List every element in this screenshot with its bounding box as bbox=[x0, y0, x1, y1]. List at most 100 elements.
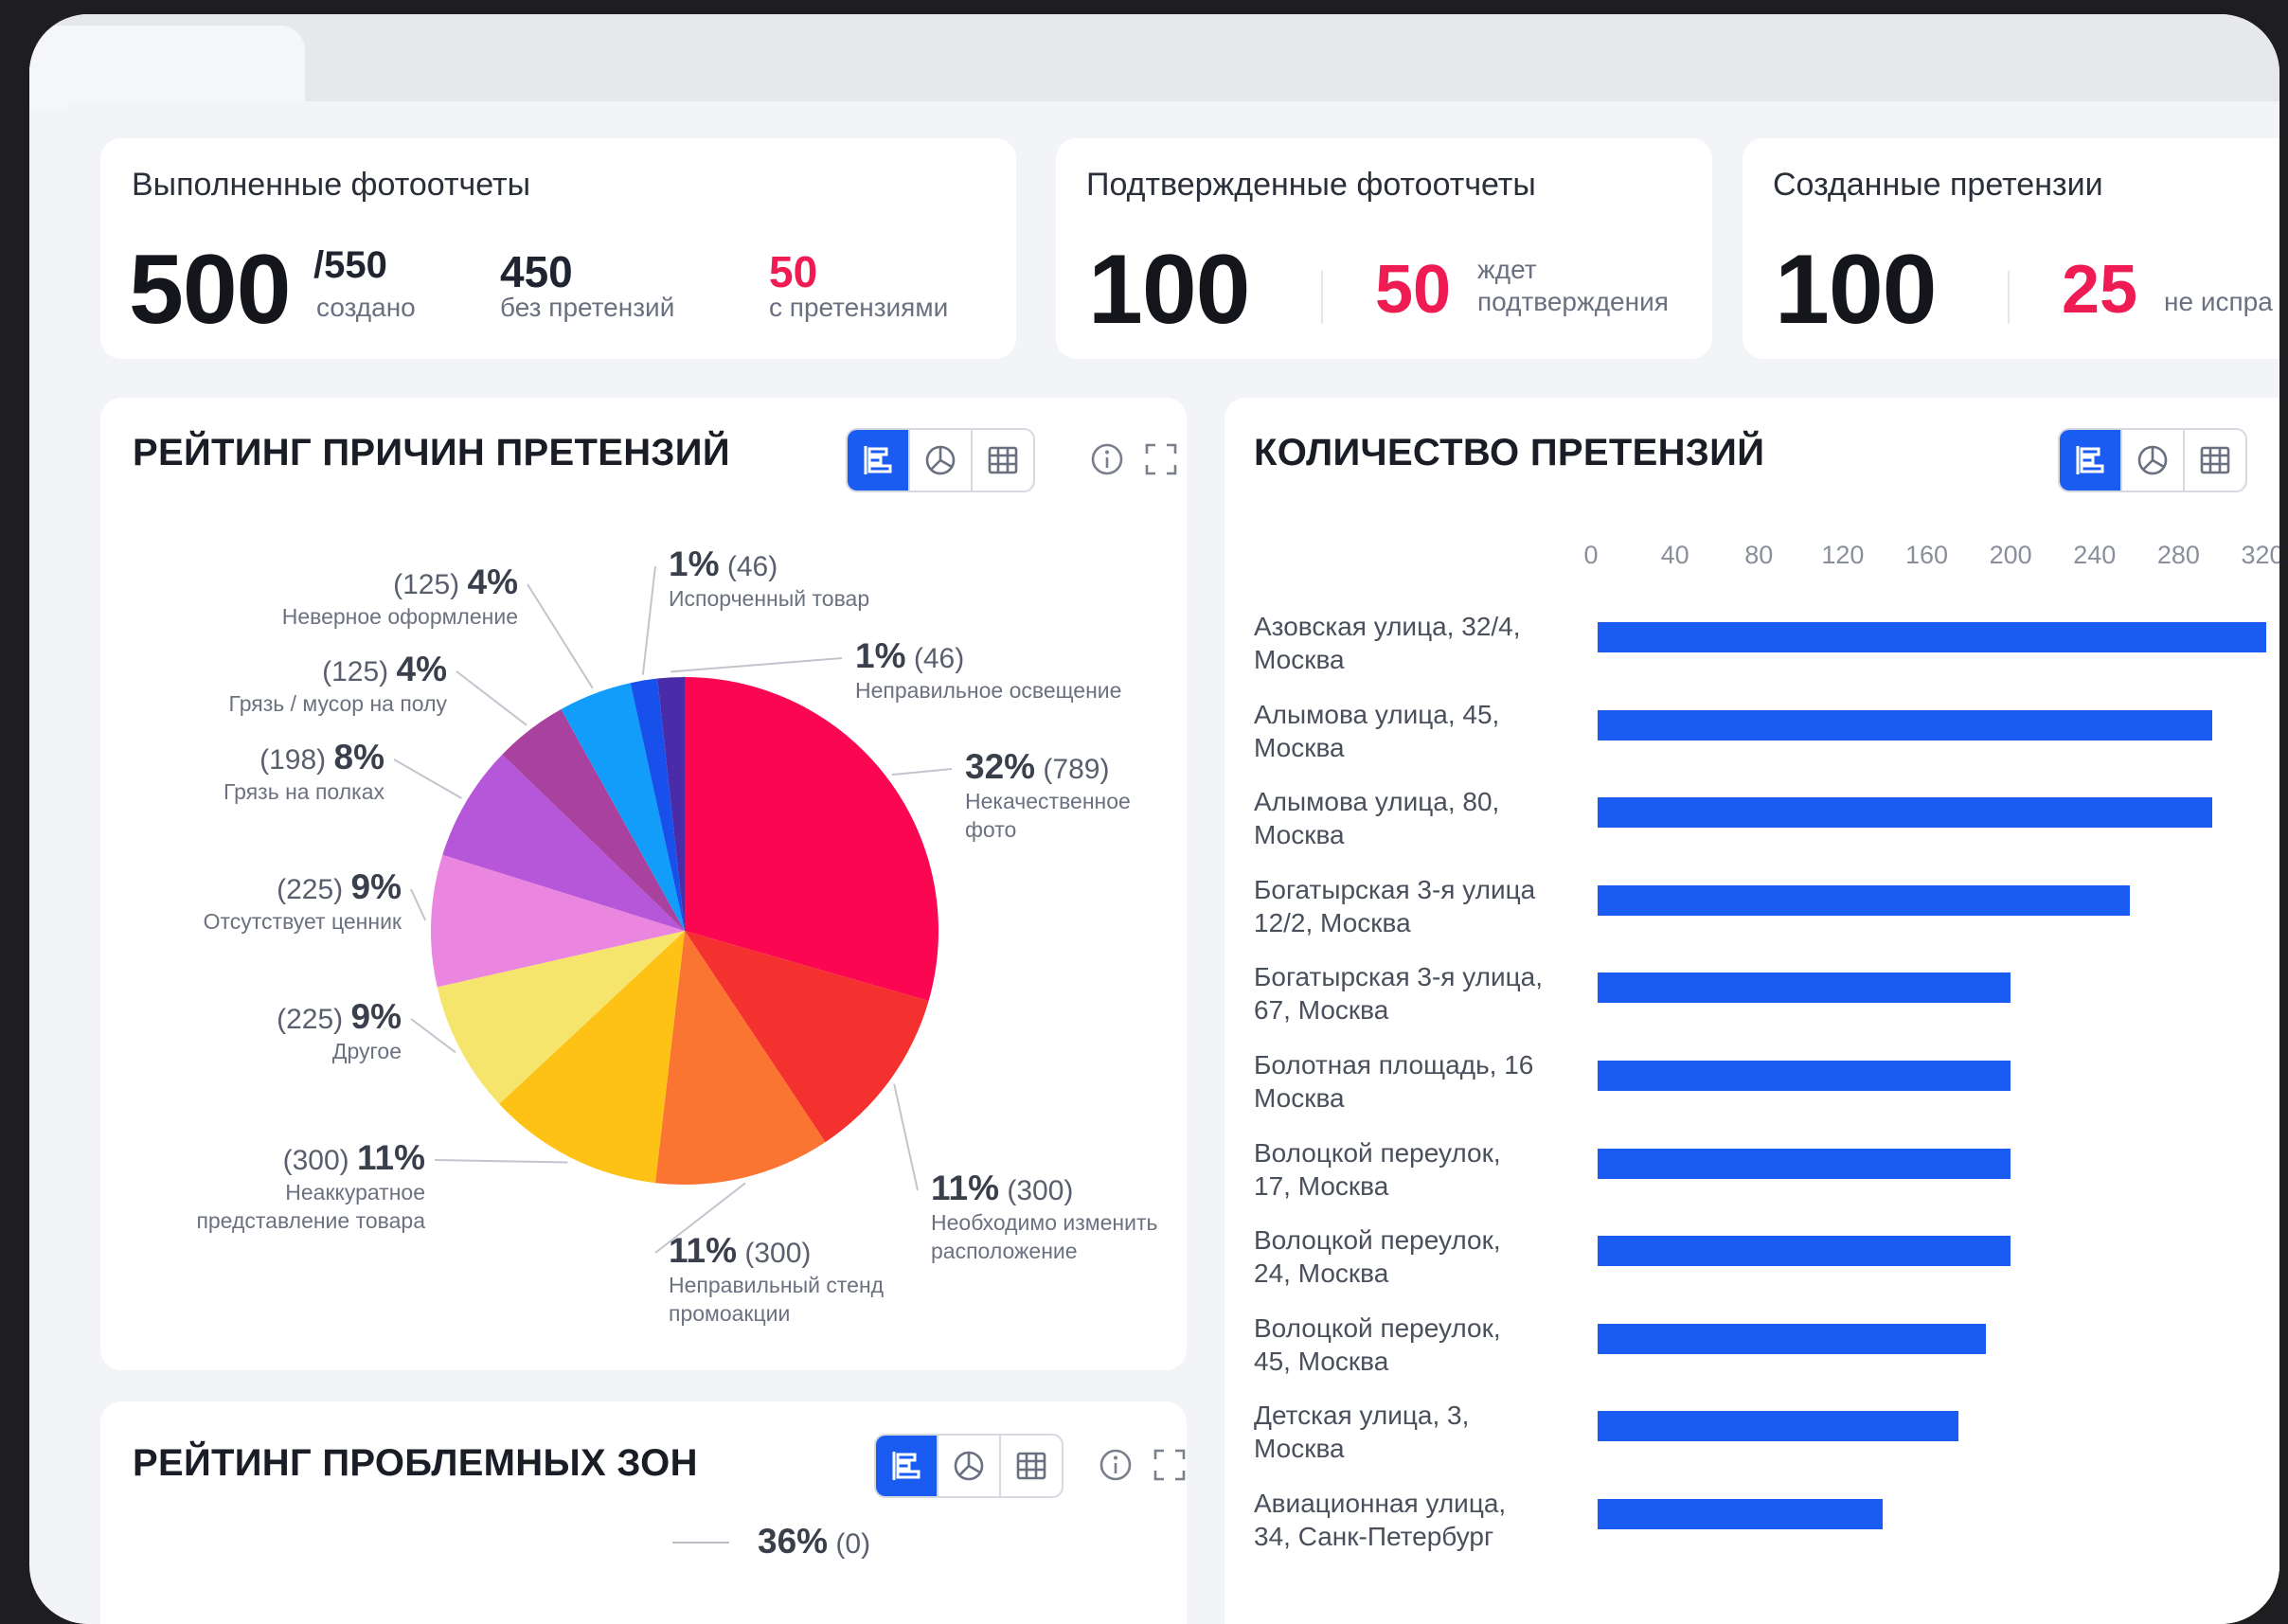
x-tick-label: 120 bbox=[1821, 541, 1865, 569]
active-tab[interactable] bbox=[29, 26, 305, 111]
leader-line bbox=[393, 758, 462, 799]
bar[interactable] bbox=[1598, 1061, 2011, 1091]
pie-label: 1% (46) Испорченный товар bbox=[669, 544, 870, 613]
bar[interactable] bbox=[1598, 1236, 2011, 1267]
kpi-title: Созданные претензии bbox=[1773, 167, 2103, 203]
pie-label-count: (300) bbox=[1007, 1175, 1074, 1206]
pie-label: (125) 4% Грязь / мусор на полу bbox=[229, 650, 447, 718]
x-tick-label: 80 bbox=[1744, 541, 1774, 569]
bar[interactable] bbox=[1598, 1323, 1986, 1354]
pie-chart-icon[interactable] bbox=[938, 1436, 1001, 1496]
pie-label-text: Неправильное освещение bbox=[855, 677, 1122, 703]
x-tick-label: 280 bbox=[2156, 541, 2200, 569]
pie-label-text: Некачественное фото bbox=[965, 788, 1131, 843]
pie-label: 1% (46) Неправильное освещение bbox=[855, 636, 1122, 705]
claims-count-card: КОЛИЧЕСТВО ПРЕТЕНЗИЙ 0 40 80 120 160 200 240 28… bbox=[1224, 398, 2279, 1624]
leader-line bbox=[672, 1542, 729, 1544]
pie-label-value: 1% (46) bbox=[855, 636, 1121, 676]
section-title: КОЛИЧЕСТВО ПРЕТЕНЗИЙ bbox=[1254, 432, 1765, 473]
pie-label-count: (300) bbox=[282, 1145, 349, 1176]
tab-bar bbox=[29, 14, 2279, 111]
pie-chart-icon[interactable] bbox=[2122, 430, 2185, 491]
pie-label-pct: 4% bbox=[467, 562, 518, 601]
bar[interactable] bbox=[1598, 973, 2011, 1004]
pie-label-pct: 4% bbox=[396, 650, 447, 688]
kpi-value: 100 bbox=[1775, 235, 1938, 345]
bar-chart-icon[interactable] bbox=[876, 1436, 938, 1496]
zones-rating-card: РЕЙТИНГ ПРОБЛЕМНЫХ ЗОН 36% (0) bbox=[100, 1401, 1187, 1624]
pie-label-count: (225) bbox=[277, 874, 344, 905]
view-toggle bbox=[874, 1434, 1064, 1498]
pie-label: 32% (789) Некачественное фото bbox=[965, 747, 1131, 845]
bar[interactable] bbox=[1598, 797, 2212, 829]
kpi-completed-card: Выполненные фотоотчеты 500 /550 создано … bbox=[100, 138, 1016, 359]
kpi-pending-value: 50 bbox=[1375, 252, 1452, 328]
pie-label: 11% (300) Неправильный стенд промоакции bbox=[669, 1231, 885, 1329]
pie-label: (300) 11% Неаккуратное представление това… bbox=[196, 1138, 425, 1236]
pie-label-count: (789) bbox=[1043, 754, 1110, 785]
pie-label-pct: 9% bbox=[350, 997, 402, 1036]
leader-line bbox=[456, 670, 527, 726]
bar[interactable] bbox=[1598, 1148, 2011, 1179]
kpi-total-label: создано bbox=[316, 293, 416, 322]
category-label: Алымова улица, 45, Москва bbox=[1254, 699, 1500, 762]
table-icon[interactable] bbox=[1001, 1436, 1062, 1496]
kpi-created-card: Созданные претензии 100 25 не испра bbox=[1743, 138, 2279, 359]
kpi-unfixed-value: 25 bbox=[2062, 252, 2138, 328]
pie-label-value: (225) 9% bbox=[204, 867, 402, 907]
pie-label-value: (125) 4% bbox=[229, 650, 447, 689]
reasons-rating-card: РЕЙТИНГ ПРИЧИН ПРЕТЕНЗИЙ 32% (789) Некаче… bbox=[100, 398, 1187, 1370]
pie-label-text: Испорченный товар bbox=[669, 585, 870, 611]
pie-label-count: (125) bbox=[393, 569, 460, 600]
x-tick-label: 0 bbox=[1583, 541, 1599, 569]
pie-label-count: (198) bbox=[259, 744, 327, 776]
bar[interactable] bbox=[1598, 622, 2267, 652]
pie-label-text: Неправильный стенд промоакции bbox=[669, 1272, 885, 1327]
pie-label-value: 11% (300) bbox=[931, 1169, 1157, 1208]
category-label: Азовская улица, 32/4, Москва bbox=[1254, 612, 1521, 674]
pie-label-pct: 11% bbox=[931, 1169, 1000, 1207]
pie-label-pct: 11% bbox=[356, 1138, 425, 1177]
zone-label: 36% (0) bbox=[758, 1522, 870, 1562]
pie-label-count: (225) bbox=[277, 1004, 344, 1035]
pie-label-text: Грязь на полках bbox=[223, 778, 384, 804]
category-label: Богатырская 3-я улица 12/2, Москва bbox=[1254, 874, 1536, 937]
zone-pct: 36% bbox=[758, 1522, 829, 1561]
pie-label-value: (225) 9% bbox=[277, 997, 402, 1037]
bar[interactable] bbox=[1598, 1411, 1958, 1442]
bar[interactable] bbox=[1598, 709, 2212, 741]
pie-label-pct: 1% bbox=[669, 544, 720, 583]
kpi-pending-label-1: ждет bbox=[1477, 255, 1537, 284]
pie-label-pct: 8% bbox=[333, 738, 384, 776]
kpi-confirmed-card: Подтвержденные фотоотчеты 100 50 ждет по… bbox=[1056, 138, 1712, 359]
expand-icon[interactable] bbox=[1149, 1444, 1190, 1486]
info-icon[interactable] bbox=[1095, 1444, 1136, 1486]
kpi-total: /550 bbox=[313, 244, 387, 286]
bar[interactable] bbox=[1598, 1499, 1883, 1529]
pie-label-text: Неаккуратное представление товара bbox=[196, 1179, 425, 1234]
pie-label-value: 11% (300) bbox=[669, 1231, 884, 1271]
pie-label-value: 1% (46) bbox=[669, 544, 869, 584]
kpi-unfixed-label: не испра bbox=[2164, 287, 2273, 316]
bar-chart-icon[interactable] bbox=[2060, 430, 2122, 491]
leader-line bbox=[891, 768, 953, 776]
pie-label-text: Другое bbox=[331, 1038, 402, 1063]
kpi-value: 100 bbox=[1088, 235, 1251, 345]
leader-line bbox=[893, 1083, 919, 1191]
divider bbox=[2008, 271, 2010, 324]
pie-label-pct: 11% bbox=[669, 1231, 738, 1270]
kpi-with-claims-value: 50 bbox=[769, 247, 818, 296]
pie-label-value: (198) 8% bbox=[223, 738, 384, 777]
section-title: РЕЙТИНГ ПРОБЛЕМНЫХ ЗОН bbox=[133, 1442, 698, 1484]
kpi-title: Подтвержденные фотоотчеты bbox=[1086, 167, 1536, 203]
table-icon[interactable] bbox=[2185, 430, 2245, 491]
pie-label-pct: 1% bbox=[855, 636, 906, 675]
pie-label: (125) 4% Неверное оформление bbox=[282, 562, 518, 631]
pie-label-count: (46) bbox=[726, 551, 778, 582]
bar[interactable] bbox=[1598, 884, 2131, 916]
x-tick-label: 200 bbox=[1989, 541, 2032, 569]
category-label: Волоцкой переулок, 45, Москва bbox=[1254, 1312, 1501, 1376]
category-label: Авиационная улица, 34, Санк-Петербург bbox=[1254, 1489, 1507, 1551]
pie-label: 11% (300) Необходимо изменить расположени… bbox=[931, 1169, 1157, 1266]
pie-label-count: (125) bbox=[322, 656, 389, 687]
